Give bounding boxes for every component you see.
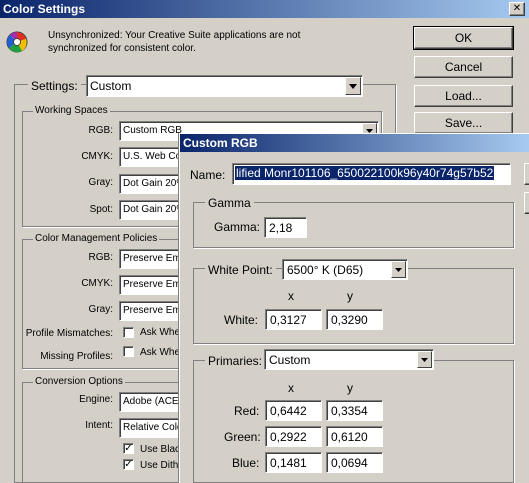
close-icon: ✕ — [512, 3, 522, 14]
missing-profiles-label: Missing Profiles: — [40, 351, 113, 362]
profile-mismatch-checkbox[interactable] — [123, 327, 134, 338]
cancel-button[interactable]: Cancel — [414, 56, 513, 78]
save-button-label: Save... — [444, 116, 483, 130]
ws-cmyk-label: CMYK: — [81, 151, 113, 162]
green-label: Green: — [224, 430, 261, 444]
primaries-label: Primaries: — [205, 354, 266, 368]
profile-mismatch-text: Ask Whe — [140, 327, 181, 338]
red-y-input[interactable]: 0,3354 — [326, 400, 383, 421]
white-x-value: 0,3127 — [270, 313, 307, 327]
ws-gray-label: Gray: — [88, 177, 113, 188]
gamma-group-title: Gamma — [205, 196, 254, 210]
white-x-input[interactable]: 0,3127 — [265, 309, 322, 330]
chevron-down-icon — [395, 267, 402, 272]
ok-button[interactable]: OK — [413, 26, 514, 50]
dither-checkbox[interactable]: ✓ — [123, 459, 134, 470]
ws-rgb-value: Custom RGB — [123, 125, 182, 136]
wp-y-header: y — [347, 289, 353, 303]
primaries-value: Custom — [269, 353, 311, 367]
sync-warning-line2: synchronized for consistent color. — [48, 43, 196, 54]
gamma-label: Gamma: — [214, 220, 261, 234]
pol-rgb-label: RGB: — [88, 252, 113, 263]
chevron-down-icon — [349, 83, 357, 89]
save-button[interactable]: Save... — [414, 112, 513, 134]
pol-cmyk-label: CMYK: — [81, 278, 113, 289]
cancel-button-label: Cancel — [444, 60, 483, 74]
settings-dropdown[interactable]: Custom — [86, 75, 363, 97]
partial-cancel-button[interactable] — [524, 192, 529, 214]
checkmark-icon: ✓ — [124, 459, 133, 470]
pr-y-header: y — [347, 381, 353, 395]
red-x-value: 0,6442 — [270, 404, 307, 418]
blue-y-input[interactable]: 0,0694 — [326, 452, 383, 473]
conversion-title: Conversion Options — [33, 376, 125, 387]
blue-x-input[interactable]: 0,1481 — [265, 452, 322, 473]
engine-value: Adobe (ACE — [123, 396, 179, 407]
intent-value: Relative Colo — [123, 422, 183, 433]
blue-x-value: 0,1481 — [270, 456, 307, 470]
pol-gray-label: Gray: — [88, 304, 113, 315]
close-button[interactable]: ✕ — [509, 2, 525, 16]
white-point-arrow[interactable] — [391, 261, 406, 278]
black-point-checkbox[interactable]: ✓ — [123, 443, 134, 454]
red-x-input[interactable]: 0,6442 — [265, 400, 322, 421]
gamma-value: 2,18 — [269, 221, 293, 235]
ws-gray-value: Dot Gain 20% — [123, 178, 186, 189]
custom-rgb-titlebar[interactable]: Custom RGB — [180, 134, 529, 152]
pol-gray-value: Preserve Em — [123, 305, 181, 316]
white-point-value: 6500° K (D65) — [287, 263, 364, 277]
load-button-label: Load... — [445, 89, 482, 103]
profile-mismatch-label: Profile Mismatches: — [25, 328, 113, 339]
chevron-down-icon — [421, 357, 428, 362]
engine-label: Engine: — [79, 394, 113, 405]
intent-label: Intent: — [85, 420, 113, 431]
white-point-label: White Point: — [205, 263, 276, 277]
load-button[interactable]: Load... — [414, 85, 513, 107]
blue-label: Blue: — [232, 456, 260, 470]
settings-label: Settings: — [28, 79, 81, 93]
red-y-value: 0,3354 — [331, 404, 368, 418]
red-label: Red: — [234, 404, 260, 418]
ws-rgb-label: RGB: — [88, 125, 113, 136]
color-wheel-icon — [6, 31, 28, 53]
partial-ok-button[interactable] — [524, 163, 529, 185]
custom-rgb-title: Custom RGB — [183, 136, 258, 150]
pol-cmyk-value: Preserve Em — [123, 279, 181, 290]
dither-text: Use Dithe — [140, 460, 184, 471]
missing-profiles-text: Ask Whe — [140, 347, 181, 358]
missing-profiles-checkbox[interactable] — [123, 346, 134, 357]
working-spaces-title: Working Spaces — [33, 105, 110, 116]
name-label: Name: — [190, 168, 226, 182]
ok-button-label: OK — [454, 31, 473, 45]
pol-rgb-value: Preserve Em — [123, 253, 181, 264]
settings-dropdown-arrow[interactable] — [345, 77, 361, 95]
white-y-input[interactable]: 0,3290 — [326, 309, 383, 330]
ws-cmyk-value: U.S. Web Co — [123, 151, 182, 162]
primaries-arrow[interactable] — [417, 351, 432, 368]
primaries-select[interactable]: Custom — [264, 349, 434, 370]
ws-spot-label: Spot: — [89, 204, 113, 215]
blue-y-value: 0,0694 — [331, 456, 368, 470]
settings-value: Custom — [90, 79, 132, 93]
green-x-input[interactable]: 0,2922 — [265, 426, 322, 447]
white-point-select[interactable]: 6500° K (D65) — [282, 259, 408, 280]
sync-warning-line1: Unsynchronized: Your Creative Suite appl… — [48, 30, 301, 41]
green-y-value: 0,6120 — [331, 430, 368, 444]
checkmark-icon: ✓ — [124, 443, 133, 454]
ws-spot-value: Dot Gain 20% — [123, 204, 186, 215]
name-value: lified Monr101106_650022100k96y40r74g57b… — [235, 166, 495, 180]
wp-x-header: x — [288, 289, 294, 303]
white-y-value: 0,3290 — [331, 313, 368, 327]
white-label: White: — [224, 313, 259, 327]
green-x-value: 0,2922 — [270, 430, 307, 444]
pr-x-header: x — [288, 381, 294, 395]
window-title: Color Settings — [3, 2, 86, 16]
gamma-input[interactable]: 2,18 — [264, 217, 307, 238]
policies-title: Color Management Policies — [33, 233, 160, 244]
green-y-input[interactable]: 0,6120 — [326, 426, 383, 447]
color-settings-titlebar[interactable]: Color Settings — [0, 0, 529, 18]
name-input[interactable]: lified Monr101106_650022100k96y40r74g57b… — [232, 163, 511, 185]
